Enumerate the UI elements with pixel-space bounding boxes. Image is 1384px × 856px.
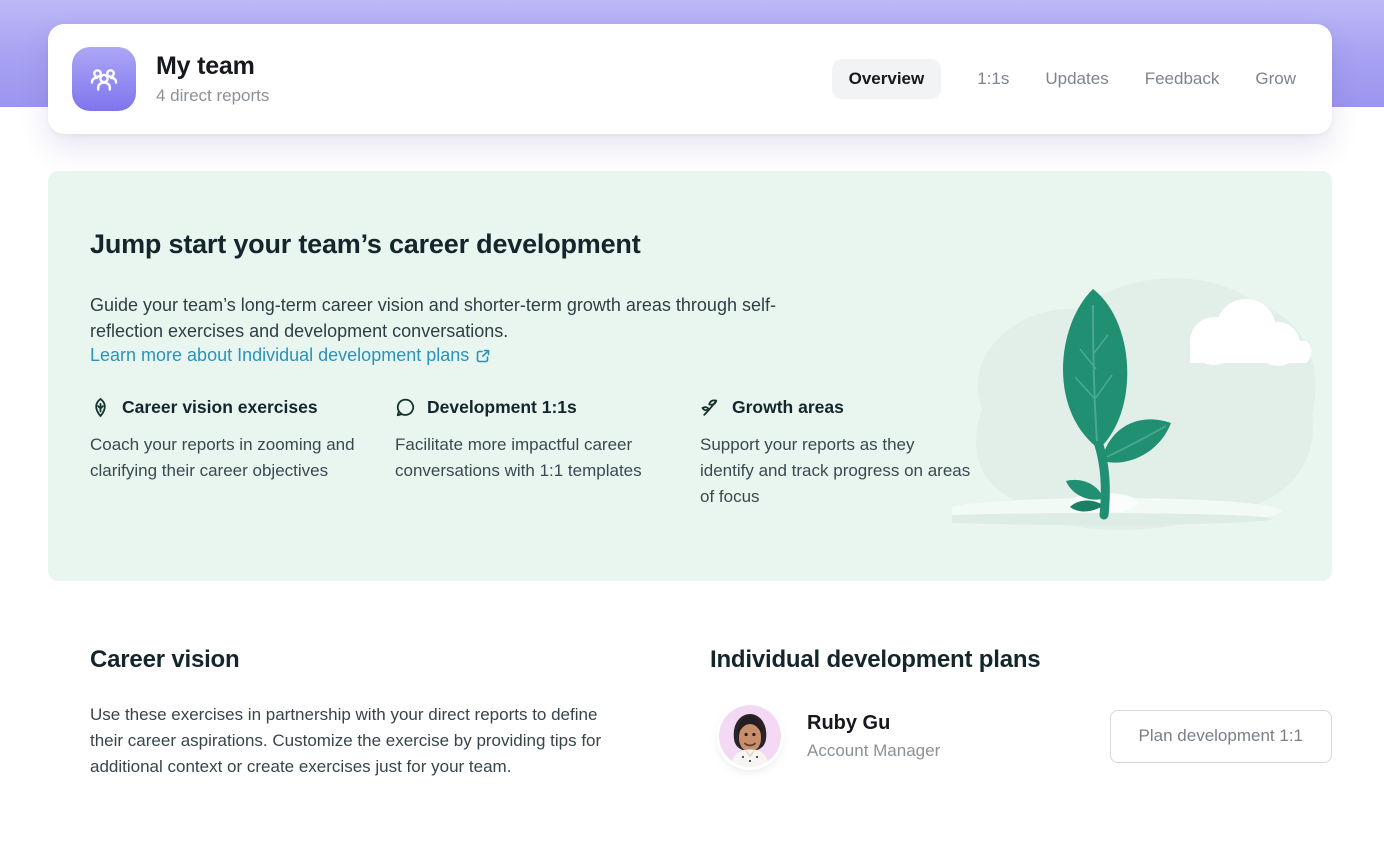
person-role: Account Manager (807, 741, 940, 761)
learn-more-link-label: Learn more about Individual development … (90, 345, 469, 366)
tab-updates[interactable]: Updates (1045, 69, 1108, 89)
chat-bubble-icon (395, 397, 416, 418)
plan-development-button[interactable]: Plan development 1:1 (1110, 710, 1332, 763)
idp-title: Individual development plans (710, 646, 1040, 674)
team-header-card: My team 4 direct reports Overview 1:1s U… (48, 24, 1332, 134)
feature-description: Facilitate more impactful career convers… (395, 432, 667, 484)
person-name: Ruby Gu (807, 712, 940, 735)
tab-grow[interactable]: Grow (1255, 69, 1296, 89)
person-text: Ruby Gu Account Manager (807, 712, 940, 761)
feature-career-vision-exercises: Career vision exercises Coach your repor… (90, 397, 395, 510)
page-title: My team (156, 52, 269, 81)
team-header-text: My team 4 direct reports (156, 52, 269, 106)
career-vision-title: Career vision (90, 646, 239, 674)
feature-columns: Career vision exercises Coach your repor… (90, 397, 1005, 510)
sprout-icon (700, 397, 721, 418)
banner-title: Jump start your team’s career developmen… (90, 229, 641, 260)
banner-description: Guide your team’s long-term career visio… (90, 292, 800, 344)
tab-overview[interactable]: Overview (832, 59, 942, 99)
header-tabs: Overview 1:1s Updates Feedback Grow (832, 59, 1296, 99)
direct-reports-count: 4 direct reports (156, 86, 269, 106)
career-vision-description: Use these exercises in partnership with … (90, 702, 615, 780)
feature-description: Support your reports as they identify an… (700, 432, 972, 510)
feature-title: Career vision exercises (122, 397, 318, 418)
leaf-icon (90, 397, 111, 418)
seedling-cloud-illustration (952, 249, 1324, 569)
avatar (719, 705, 781, 767)
external-link-icon (475, 348, 491, 364)
tab-feedback[interactable]: Feedback (1145, 69, 1220, 89)
idp-person-row: Ruby Gu Account Manager Plan development… (710, 700, 1332, 772)
feature-title: Growth areas (732, 397, 844, 418)
feature-development-1-1s: Development 1:1s Facilitate more impactf… (395, 397, 700, 510)
feature-title: Development 1:1s (427, 397, 577, 418)
feature-description: Coach your reports in zooming and clarif… (90, 432, 362, 484)
tab-1-1s[interactable]: 1:1s (977, 69, 1009, 89)
learn-more-link[interactable]: Learn more about Individual development … (90, 345, 491, 366)
career-development-banner: Jump start your team’s career developmen… (48, 171, 1332, 581)
page: My team 4 direct reports Overview 1:1s U… (0, 0, 1384, 856)
team-people-icon (72, 47, 136, 111)
feature-growth-areas: Growth areas Support your reports as the… (700, 397, 1005, 510)
